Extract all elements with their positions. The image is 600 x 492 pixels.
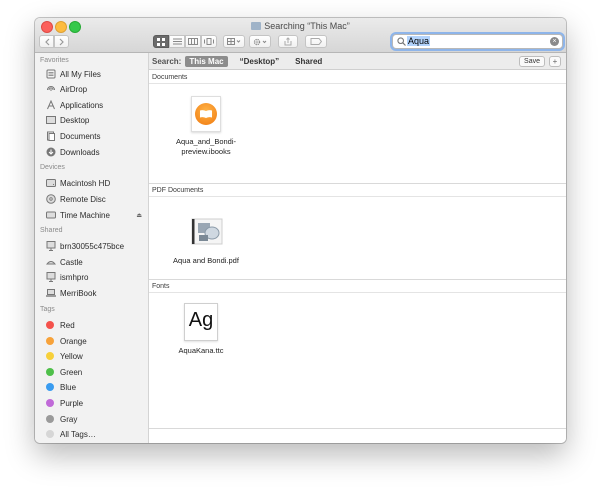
red-tag-icon	[46, 321, 54, 329]
sidebar-item-ismhpro[interactable]: ismhpro	[45, 270, 148, 284]
sidebar-item-airdrop[interactable]: AirDrop	[45, 82, 148, 96]
search-field[interactable]: Aqua ×	[392, 34, 563, 49]
section-divider	[149, 428, 566, 429]
edit-tags-button[interactable]	[305, 35, 327, 48]
back-button[interactable]	[39, 35, 54, 48]
scope-desktop[interactable]: “Desktop”	[236, 56, 284, 67]
sidebar-item-merribook[interactable]: MerriBook	[45, 286, 148, 300]
file-item[interactable]: Aqua_and_Bondi- preview.ibooks	[163, 96, 249, 157]
all-files-icon	[45, 69, 56, 80]
pdf-icon	[191, 218, 223, 245]
arrange-grid-icon	[227, 38, 241, 45]
sidebar-item-documents[interactable]: Documents	[45, 129, 148, 143]
sidebar-item-time-machine[interactable]: Time Machine ⏏	[45, 208, 148, 222]
search-icon	[397, 37, 406, 46]
drive-icon	[45, 210, 56, 221]
chevron-left-icon	[44, 38, 49, 45]
file-item[interactable]: Ag AquaKana.ttc	[158, 303, 244, 356]
desktop-icon	[45, 115, 56, 126]
blue-tag-icon	[46, 383, 54, 391]
sidebar-item-all-tags[interactable]: All Tags…	[45, 427, 148, 441]
clear-search-icon[interactable]: ×	[550, 37, 559, 46]
yellow-tag-icon	[46, 352, 54, 360]
tag-icon	[310, 38, 322, 45]
font-icon: Ag	[184, 303, 218, 341]
computer-icon	[45, 272, 56, 283]
orange-tag-icon	[46, 337, 54, 345]
sidebar-header-devices: Devices	[40, 164, 65, 171]
share-button[interactable]	[278, 35, 298, 48]
arrange-button[interactable]	[223, 35, 245, 48]
sidebar-item-macintosh-hd[interactable]: Macintosh HD	[45, 176, 148, 190]
chevron-right-icon	[59, 38, 64, 45]
sidebar-item-brn30055c475bce[interactable]: brn30055c475bce	[45, 239, 148, 253]
sidebar-item-tag-blue[interactable]: Blue	[45, 380, 148, 394]
gear-icon	[253, 38, 267, 45]
search-scope-bar: Search: This Mac “Desktop” Shared Save +	[149, 53, 566, 70]
green-tag-icon	[46, 368, 54, 376]
sidebar-item-applications[interactable]: Applications	[45, 98, 148, 112]
section-header-fonts: Fonts	[149, 280, 566, 293]
purple-tag-icon	[46, 399, 54, 407]
hard-disk-icon	[45, 178, 56, 189]
airdrop-icon	[45, 84, 56, 95]
action-button[interactable]	[249, 35, 271, 48]
sidebar-item-tag-green[interactable]: Green	[45, 365, 148, 379]
sidebar-item-remote-disc[interactable]: Remote Disc	[45, 192, 148, 206]
sidebar-item-tag-purple[interactable]: Purple	[45, 396, 148, 410]
file-name: AquaKana.ttc	[178, 346, 224, 355]
forward-button[interactable]	[54, 35, 69, 48]
cover-flow-icon	[204, 38, 214, 45]
save-search-button[interactable]: Save	[519, 56, 545, 67]
documents-icon	[45, 131, 56, 142]
computer-icon	[45, 241, 56, 252]
section-header-documents: Documents	[149, 71, 566, 84]
sidebar-header-favorites: Favorites	[40, 57, 69, 64]
gray-tag-icon	[46, 415, 54, 423]
window-title: Searching “This Mac”	[35, 21, 566, 31]
sidebar-item-tag-yellow[interactable]: Yellow	[45, 349, 148, 363]
file-name: preview.ibooks	[181, 147, 231, 156]
list-icon	[172, 38, 182, 45]
title-bar: Searching “This Mac” Aqua ×	[35, 18, 566, 53]
file-name: Aqua and Bondi.pdf	[173, 256, 239, 265]
grid-icon	[157, 37, 165, 46]
cover-flow-button[interactable]	[201, 35, 217, 48]
sidebar-item-desktop[interactable]: Desktop	[45, 113, 148, 127]
share-icon	[284, 37, 292, 46]
list-view-button[interactable]	[169, 35, 185, 48]
file-item[interactable]: Aqua and Bondi.pdf	[163, 218, 249, 266]
scope-label: Search:	[152, 56, 182, 66]
finder-window: Searching “This Mac” Aqua × Favorites Al…	[35, 18, 566, 443]
sidebar-item-tag-gray[interactable]: Gray	[45, 412, 148, 426]
all-tags-icon	[46, 430, 54, 438]
sidebar-header-shared: Shared	[40, 227, 63, 234]
applications-icon	[45, 100, 56, 111]
sidebar-item-castle[interactable]: Castle	[45, 255, 148, 269]
search-query[interactable]: Aqua	[407, 36, 431, 46]
columns-icon	[188, 38, 198, 45]
search-folder-icon	[251, 22, 262, 30]
eject-icon[interactable]: ⏏	[136, 212, 142, 219]
file-name: Aqua_and_Bondi-	[175, 137, 237, 146]
downloads-icon	[45, 147, 56, 158]
sidebar-item-tag-orange[interactable]: Orange	[45, 334, 148, 348]
sidebar-item-tag-red[interactable]: Red	[45, 318, 148, 332]
sidebar-item-all-my-files[interactable]: All My Files	[45, 67, 148, 81]
laptop-icon	[45, 288, 56, 299]
disc-icon	[45, 194, 56, 205]
airport-icon	[45, 257, 56, 268]
add-criteria-button[interactable]: +	[549, 56, 561, 67]
sidebar-header-tags: Tags	[40, 306, 55, 313]
scope-this-mac[interactable]: This Mac	[185, 55, 228, 67]
ibooks-icon	[191, 96, 221, 132]
sidebar: Favorites All My Files AirDrop Applicati…	[35, 53, 149, 443]
section-header-pdf-documents: PDF Documents	[149, 184, 566, 197]
scope-shared[interactable]: Shared	[291, 56, 326, 67]
sidebar-item-downloads[interactable]: Downloads	[45, 145, 148, 159]
column-view-button[interactable]	[185, 35, 201, 48]
icon-view-button[interactable]	[153, 35, 169, 48]
results-area: Documents Aqua_and_Bondi- preview.ibooks…	[149, 71, 566, 443]
